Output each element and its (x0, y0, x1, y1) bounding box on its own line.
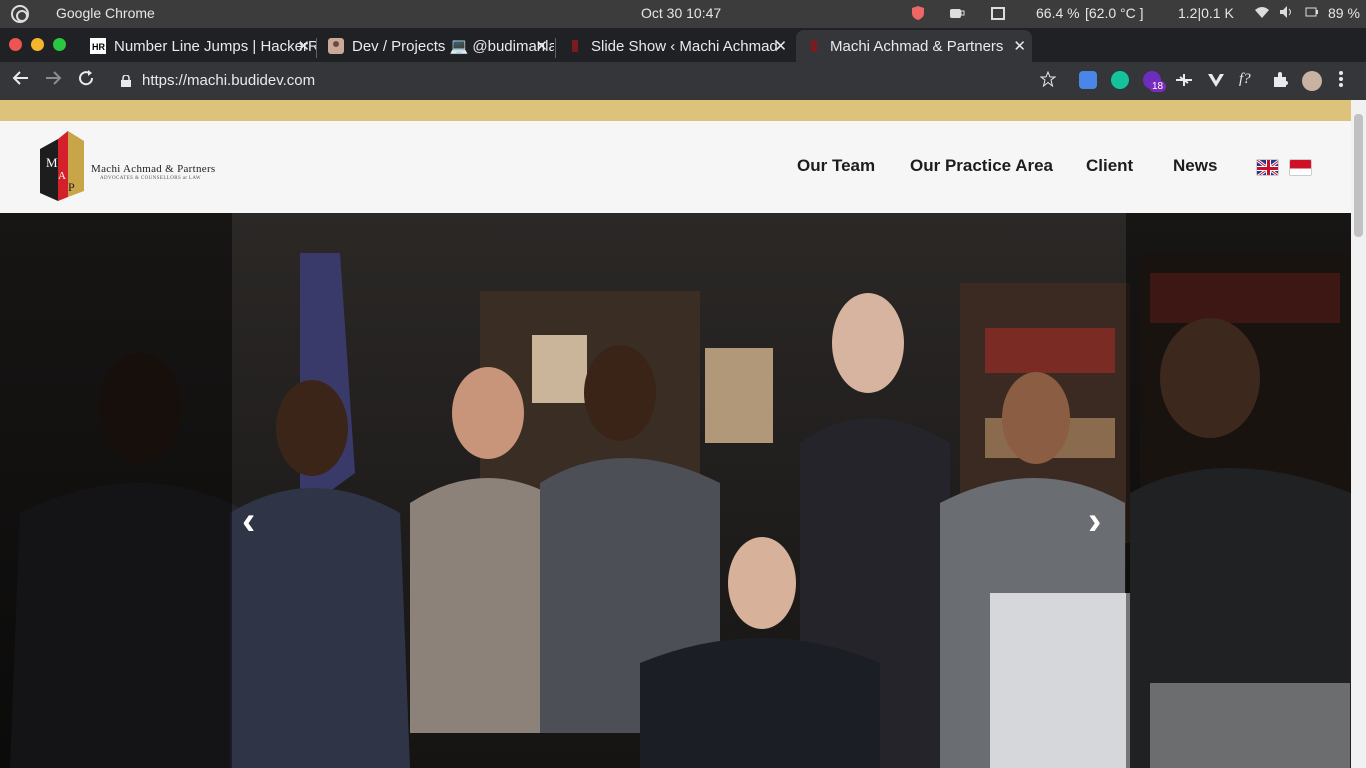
tab-title: Number Line Jumps | HackerRank (114, 37, 316, 55)
address-bar[interactable]: https://machi.budidev.com (142, 72, 315, 89)
back-icon[interactable] (12, 69, 30, 92)
cpu-usage: 66.4 % (1036, 5, 1080, 21)
cpu-temp: [62.0 °C ] (1085, 5, 1144, 21)
vue-devtools-icon[interactable] (1207, 71, 1225, 89)
slide-next-shade (1126, 213, 1351, 768)
site-icon (806, 38, 822, 54)
translate-extension-icon[interactable] (1079, 71, 1097, 89)
slider-next-icon[interactable]: › (1088, 501, 1101, 541)
close-window-button[interactable] (9, 38, 22, 51)
site-logo[interactable]: M A P (40, 131, 86, 201)
tab-divider (555, 38, 556, 58)
svg-text:M: M (46, 155, 58, 170)
avatar-icon (328, 38, 344, 54)
minimize-window-button[interactable] (31, 38, 44, 51)
tab-dev-projects[interactable]: Dev / Projects 💻 @budimanlai ✕ (318, 30, 554, 62)
lock-icon[interactable] (121, 74, 131, 87)
window-icon[interactable] (990, 5, 1006, 24)
nav-our-team[interactable]: Our Team (797, 156, 875, 176)
shield-icon[interactable] (911, 5, 925, 24)
top-accent-bar (0, 100, 1351, 121)
hero-slider[interactable]: ‹ › (0, 213, 1351, 768)
page-scrollbar[interactable] (1351, 100, 1366, 768)
nav-news[interactable]: News (1173, 156, 1217, 176)
coffee-icon[interactable] (948, 5, 966, 24)
extension-badge: 18 (1149, 81, 1167, 92)
extensions-puzzle-icon[interactable] (1271, 71, 1289, 89)
brand-name[interactable]: Machi Achmad & Partners (91, 163, 216, 175)
nav-our-practice-area[interactable]: Our Practice Area (910, 156, 1053, 176)
battery-level: 89 % (1328, 5, 1360, 21)
reload-icon[interactable] (77, 69, 95, 92)
nav-client[interactable]: Client (1086, 156, 1133, 176)
close-tab-icon[interactable]: ✕ (535, 37, 548, 55)
forward-icon[interactable] (44, 69, 62, 92)
maximize-window-button[interactable] (53, 38, 66, 51)
profile-avatar[interactable] (1302, 71, 1322, 91)
svg-text:P: P (68, 180, 75, 194)
slide-prev-shade (0, 213, 232, 768)
plane-extension-icon[interactable] (1175, 71, 1193, 89)
bookmark-star-icon[interactable] (1039, 70, 1057, 92)
uk-flag-icon[interactable] (1256, 159, 1279, 176)
os-menu-icon[interactable] (11, 5, 29, 23)
clock[interactable]: Oct 30 10:47 (641, 5, 721, 21)
os-top-bar: Google Chrome Oct 30 10:47 66.4 % [62.0 … (0, 0, 1366, 28)
slider-prev-icon[interactable]: ‹ (242, 501, 255, 541)
more-menu-icon[interactable] (1338, 70, 1344, 93)
tab-title: Slide Show ‹ Machi Achmad (591, 37, 778, 55)
tab-title: Dev / Projects 💻 @budimanlai (352, 38, 554, 55)
site-header: M A P Machi Achmad & Partners ADVOCATES … (0, 121, 1351, 213)
battery-icon[interactable] (1305, 5, 1319, 22)
tab-slide-show[interactable]: Slide Show ‹ Machi Achmad ✕ (557, 30, 793, 62)
hackerrank-icon: HR (90, 38, 106, 54)
font-finder-icon[interactable]: f? (1239, 71, 1257, 89)
tab-strip: HR Number Line Jumps | HackerRank ✕ Dev … (0, 28, 1366, 86)
app-name: Google Chrome (56, 5, 155, 21)
network-speed: 1.2|0.1 K (1178, 5, 1234, 21)
tab-title: Machi Achmad & Partners (830, 37, 1004, 55)
volume-icon[interactable] (1279, 5, 1295, 22)
tab-hackerrank[interactable]: HR Number Line Jumps | HackerRank ✕ (80, 30, 316, 62)
close-tab-icon[interactable]: ✕ (1013, 37, 1026, 55)
svg-text:HR: HR (92, 42, 105, 52)
grammarly-extension-icon[interactable] (1111, 71, 1129, 89)
scrollbar-thumb[interactable] (1354, 114, 1363, 237)
svg-text:A: A (58, 170, 66, 182)
tab-divider (316, 38, 317, 58)
indonesia-flag-icon[interactable] (1289, 159, 1312, 176)
close-tab-icon[interactable]: ✕ (297, 37, 310, 55)
tab-machi-achmad[interactable]: Machi Achmad & Partners ✕ (796, 30, 1032, 62)
site-icon (567, 38, 583, 54)
wifi-icon[interactable] (1254, 5, 1270, 22)
browser-toolbar: https://machi.budidev.com 18 f? (0, 62, 1366, 100)
close-tab-icon[interactable]: ✕ (774, 37, 787, 55)
web-page: M A P Machi Achmad & Partners ADVOCATES … (0, 100, 1366, 768)
brand-tagline: ADVOCATES & COUNSELLORS at LAW (100, 176, 202, 181)
